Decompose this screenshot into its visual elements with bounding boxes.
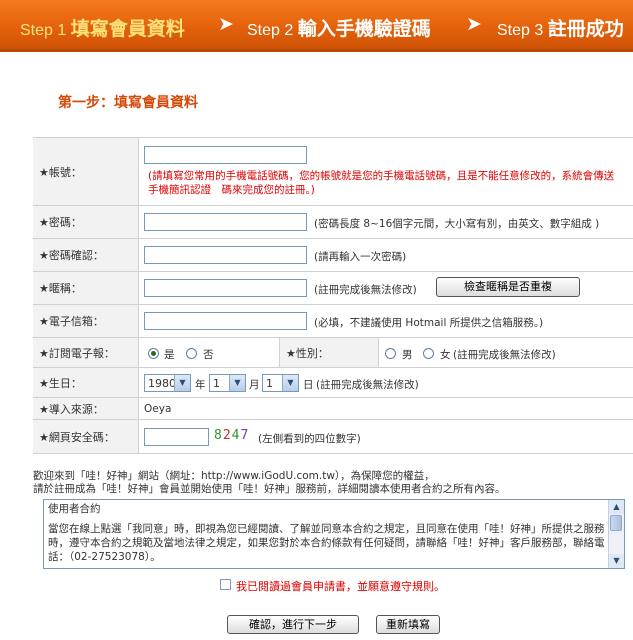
captcha-digit: 7 bbox=[240, 428, 250, 443]
terms-scrollbar[interactable]: ▲ ▼ bbox=[608, 500, 624, 568]
birthday-hint: (註冊完成後無法修改) bbox=[316, 379, 419, 391]
security-hint: (左側看到的四位數字) bbox=[258, 433, 361, 445]
source-label: ★導入來源： bbox=[33, 398, 139, 419]
scroll-up-icon[interactable]: ▲ bbox=[609, 500, 624, 514]
birth-day-value: 1 bbox=[266, 377, 273, 390]
newsletter-label: ★訂閱電子報： bbox=[33, 338, 139, 367]
chevron-down-icon: ▼ bbox=[229, 375, 245, 391]
security-code-input[interactable] bbox=[144, 428, 209, 446]
nickname-hint: (註冊完成後無法修改) bbox=[314, 284, 417, 296]
step-2-num: Step 2 bbox=[247, 22, 294, 39]
chevron-down-icon: ▼ bbox=[282, 375, 298, 391]
terms-textarea[interactable]: 使用者合約 當您在線上點選「我同意」時，即視為您已經閱讀、了解並同意本合約之規定… bbox=[43, 499, 625, 569]
step-3-label: 註冊成功 bbox=[547, 19, 624, 40]
terms-content: 使用者合約 當您在線上點選「我同意」時，即視為您已經閱讀、了解並同意本合約之規定… bbox=[48, 502, 608, 564]
arrow-icon: ➤ bbox=[218, 13, 234, 35]
gender-male-radio[interactable] bbox=[385, 348, 396, 359]
gender-female-radio[interactable] bbox=[423, 348, 434, 359]
birth-month-select[interactable]: 1 ▼ bbox=[209, 374, 246, 392]
row-email: ★電子信箱： (必填，不建議使用 Hotmail 所提供之信箱服務。) bbox=[33, 305, 633, 338]
terms-title: 使用者合約 bbox=[48, 503, 101, 515]
newsletter-no-label: 否 bbox=[203, 349, 214, 361]
birth-day-unit: 日 bbox=[303, 379, 314, 391]
row-source: ★導入來源： Oeya bbox=[33, 398, 633, 420]
submit-button[interactable]: 確認，進行下一步 bbox=[227, 615, 359, 634]
gender-label: ★性別： bbox=[279, 338, 379, 367]
step-3-num: Step 3 bbox=[497, 22, 544, 39]
step-3: Step 3 註冊成功 bbox=[497, 14, 624, 41]
birth-year-unit: 年 bbox=[195, 379, 206, 391]
step-banner: Step 1 填寫會員資料 ➤ Step 2 輸入手機驗證碼 ➤ Step 3 … bbox=[0, 0, 633, 52]
scroll-down-icon[interactable]: ▼ bbox=[609, 554, 624, 568]
account-label: ★帳號： bbox=[33, 138, 139, 205]
step-1-label: 填寫會員資料 bbox=[70, 19, 185, 40]
birth-year-select[interactable]: 1980 ▼ bbox=[144, 374, 191, 392]
password-label: ★密碼： bbox=[33, 206, 139, 238]
registration-form: ★帳號： (請填寫您常用的手機電話號碼，您的帳號就是您的手機電話號碼，且是不能任… bbox=[33, 137, 633, 454]
captcha-digit: 2 bbox=[222, 428, 232, 443]
nickname-label: ★暱稱： bbox=[33, 272, 139, 304]
row-account: ★帳號： (請填寫您常用的手機電話號碼，您的帳號就是您的手機電話號碼，且是不能任… bbox=[33, 138, 633, 206]
row-nickname: ★暱稱： (註冊完成後無法修改) 檢查暱稱是否重複 bbox=[33, 272, 633, 305]
welcome-text: 歡迎來到「哇！好神」網站（網址：http://www.iGodU.com.tw）… bbox=[33, 470, 506, 496]
email-label: ★電子信箱： bbox=[33, 305, 139, 337]
password-confirm-input[interactable] bbox=[144, 246, 307, 264]
password-confirm-label: ★密碼確認： bbox=[33, 239, 139, 271]
nickname-input[interactable] bbox=[144, 279, 307, 297]
newsletter-yes-label: 是 bbox=[164, 349, 175, 361]
birth-month-unit: 月 bbox=[249, 379, 260, 391]
newsletter-yes-radio[interactable] bbox=[148, 348, 159, 359]
chevron-down-icon: ▼ bbox=[174, 375, 190, 391]
welcome-line-1: 歡迎來到「哇！好神」網站（網址：http://www.iGodU.com.tw）… bbox=[33, 470, 435, 482]
password-confirm-hint: (請再輸入一次密碼) bbox=[314, 251, 407, 263]
gender-female-label: 女 bbox=[440, 349, 451, 361]
row-birthday: ★生日： 1980 ▼ 年 1 ▼ 月 1 ▼ 日 (註冊完成後無法修改) bbox=[33, 368, 633, 398]
captcha-digit: 8 bbox=[214, 428, 223, 443]
row-security: ★網頁安全碼： 8247 (左側看到的四位數字) bbox=[33, 420, 633, 454]
step-1-num: Step 1 bbox=[20, 22, 67, 39]
email-hint: (必填，不建議使用 Hotmail 所提供之信箱服務。) bbox=[314, 317, 544, 329]
account-input[interactable] bbox=[144, 146, 307, 164]
row-password-confirm: ★密碼確認： (請再輸入一次密碼) bbox=[33, 239, 633, 272]
page-title: 第一步：填寫會員資料 bbox=[58, 95, 198, 111]
source-value: Oeya bbox=[144, 403, 172, 415]
row-password: ★密碼： (密碼長度 8~16個字元間，大小寫有別，由英文、數字組成 ) bbox=[33, 206, 633, 239]
security-label: ★網頁安全碼： bbox=[33, 420, 139, 453]
step-1: Step 1 填寫會員資料 bbox=[20, 14, 185, 41]
check-nickname-button[interactable]: 檢查暱稱是否重複 bbox=[436, 277, 580, 297]
account-hint: (請填寫您常用的手機電話號碼，您的帳號就是您的手機電話號碼，且是不能任意修改的，… bbox=[148, 170, 615, 196]
step-2: Step 2 輸入手機驗證碼 bbox=[247, 14, 431, 41]
password-input[interactable] bbox=[144, 213, 307, 231]
newsletter-no-radio[interactable] bbox=[186, 348, 197, 359]
row-newsletter-gender: ★訂閱電子報： 是 否 ★性別： 男 女 (註冊完成後無法修改) bbox=[33, 338, 633, 368]
birth-day-select[interactable]: 1 ▼ bbox=[262, 374, 299, 392]
birthday-label: ★生日： bbox=[33, 368, 139, 397]
birth-year-value: 1980 bbox=[148, 377, 176, 390]
gender-male-label: 男 bbox=[402, 349, 413, 361]
arrow-icon: ➤ bbox=[466, 13, 482, 35]
terms-body: 當您在線上點選「我同意」時，即視為您已經閱讀、了解並同意本合約之規定，且同意在使… bbox=[48, 523, 605, 563]
password-hint: (密碼長度 8~16個字元間，大小寫有別，由英文、數字組成 ) bbox=[314, 218, 600, 230]
agree-checkbox[interactable] bbox=[220, 579, 231, 590]
step-2-label: 輸入手機驗證碼 bbox=[297, 19, 431, 40]
captcha-image: 8247 bbox=[214, 428, 249, 443]
scroll-thumb[interactable] bbox=[610, 515, 622, 531]
birth-month-value: 1 bbox=[213, 377, 220, 390]
welcome-line-2: 請於註冊成為「哇！好神」會員並開始使用「哇！好神」服務前，詳細閱讀本使用者合約之… bbox=[33, 483, 506, 495]
agree-label: 我已閱讀過會員申請書，並願意遵守規則。 bbox=[236, 580, 445, 593]
reset-button[interactable]: 重新填寫 bbox=[376, 615, 440, 634]
gender-hint: (註冊完成後無法修改) bbox=[453, 349, 556, 361]
email-input[interactable] bbox=[144, 312, 307, 330]
